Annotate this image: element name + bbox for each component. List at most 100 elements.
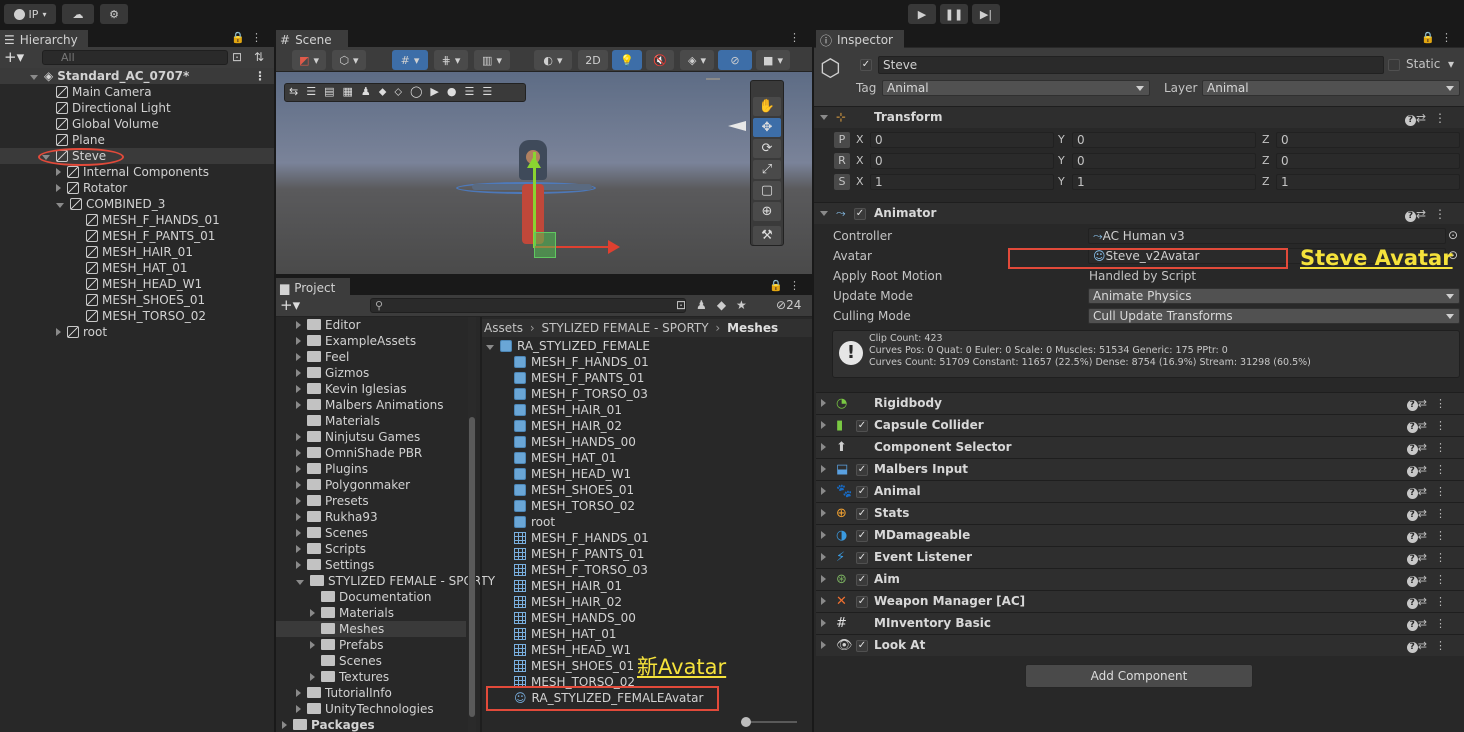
asset-item[interactable]: MESH_HANDS_00	[482, 434, 812, 450]
component-actions[interactable]: ? ⇄⋮	[1406, 529, 1454, 543]
project-folder[interactable]: Packages	[276, 717, 466, 732]
component-actions[interactable]: ? ⇄⋮	[1406, 595, 1454, 609]
help-icon[interactable]: ?	[1406, 642, 1418, 653]
component-enabled-checkbox[interactable]: ✓	[856, 508, 868, 520]
chevron-right-icon[interactable]	[296, 369, 301, 377]
transform-y-field[interactable]: 0	[1072, 132, 1256, 148]
project-folder[interactable]: Scripts	[276, 541, 466, 557]
component-enabled-checkbox[interactable]: ✓	[856, 552, 868, 564]
hierarchy-item[interactable]: Global Volume	[0, 116, 274, 132]
animator-collapse-icon[interactable]	[820, 211, 828, 216]
play-button[interactable]: ▶	[908, 4, 936, 24]
rect-tool-button[interactable]: ▢	[753, 181, 781, 200]
chevron-right-icon[interactable]	[296, 433, 301, 441]
help-icon[interactable]: ?	[1406, 488, 1418, 499]
project-folder[interactable]: Gizmos	[276, 365, 466, 381]
mode-2d-button[interactable]: 2D	[578, 50, 608, 70]
asset-item[interactable]: root	[482, 514, 812, 530]
step-button[interactable]: ▶|	[972, 4, 1000, 24]
hierarchy-item[interactable]: MESH_F_PANTS_01	[0, 228, 274, 244]
component-expand-icon[interactable]	[821, 575, 826, 583]
animator-actions[interactable]: ? ⇄⋮	[1404, 207, 1454, 222]
component-enabled-checkbox[interactable]: ✓	[856, 464, 868, 476]
hierarchy-item[interactable]: MESH_SHOES_01	[0, 292, 274, 308]
project-folder[interactable]: Plugins	[276, 461, 466, 477]
component-enabled-checkbox[interactable]: ✓	[856, 574, 868, 586]
transform-key-button[interactable]: R	[834, 153, 850, 169]
chevron-right-icon[interactable]	[310, 641, 315, 649]
hierarchy-item[interactable]: MESH_HAIR_01	[0, 244, 274, 260]
breadcrumb-meshes[interactable]: Meshes	[727, 321, 778, 335]
chevron-right-icon[interactable]	[296, 465, 301, 473]
transform-x-field[interactable]: 0	[870, 153, 1054, 169]
draw-mode-button[interactable]: ◩ ▾	[292, 50, 326, 70]
transform-collapse-icon[interactable]	[820, 115, 828, 120]
project-folder[interactable]: Polygonmaker	[276, 477, 466, 493]
chevron-right-icon[interactable]	[282, 721, 287, 729]
overlay-tool-icons[interactable]: ⇆☰▤▦♟⬥⬦◯▶●☰☰	[289, 85, 500, 99]
active-checkbox[interactable]: ✓	[860, 59, 872, 71]
component-header[interactable]: ⬓ ✓ Malbers Input ? ⇄⋮	[816, 458, 1464, 480]
chevron-right-icon[interactable]	[296, 513, 301, 521]
transform-x-field[interactable]: 0	[870, 132, 1054, 148]
component-header[interactable]: ▮ ✓ Capsule Collider ? ⇄⋮	[816, 414, 1464, 436]
asset-item[interactable]: MESH_HAIR_02	[482, 418, 812, 434]
component-expand-icon[interactable]	[821, 509, 826, 517]
tab-scene[interactable]: # Scene	[276, 30, 348, 48]
breadcrumb-stylized-female[interactable]: STYLIZED FEMALE - SPORTY	[542, 321, 709, 335]
project-folder[interactable]: Scenes	[276, 653, 466, 669]
chevron-right-icon[interactable]	[310, 673, 315, 681]
transform-z-field[interactable]: 0	[1276, 153, 1460, 169]
hierarchy-item[interactable]: COMBINED_3	[0, 196, 274, 212]
snap-increment-button[interactable]: ⋕ ▾	[434, 50, 468, 70]
controller-field[interactable]: ⤳AC Human v3	[1088, 228, 1446, 244]
update-mode-dropdown[interactable]: Animate Physics	[1088, 288, 1460, 304]
project-folder[interactable]: Materials	[276, 605, 466, 621]
hand-tool-button[interactable]: ✋	[753, 97, 781, 116]
static-checkbox[interactable]	[1388, 59, 1400, 71]
chevron-right-icon[interactable]	[310, 609, 315, 617]
controller-picker-icon[interactable]: ⊙	[1448, 228, 1458, 242]
help-icon[interactable]: ?	[1406, 576, 1418, 587]
asset-item[interactable]: MESH_F_TORSO_03	[482, 386, 812, 402]
asset-item[interactable]: MESH_HEAD_W1	[482, 466, 812, 482]
asset-item[interactable]: MESH_HAIR_01	[482, 402, 812, 418]
sort-icon[interactable]: ⇅	[254, 50, 264, 64]
add-icon[interactable]: +▾	[4, 48, 24, 66]
project-folder[interactable]: Kevin Iglesias	[276, 381, 466, 397]
shading-mode-button[interactable]: ◐ ▾	[534, 50, 572, 70]
component-expand-icon[interactable]	[821, 597, 826, 605]
panel-menu-icon[interactable]: 🔒⋮	[231, 31, 268, 44]
folder-scrollbar[interactable]	[468, 317, 476, 732]
project-folder[interactable]: Textures	[276, 669, 466, 685]
move-tool-button[interactable]: ✥	[753, 118, 781, 137]
chevron-right-icon[interactable]	[296, 337, 301, 345]
project-menu-icon[interactable]: 🔒⋮	[769, 279, 806, 292]
collab-button[interactable]: ⚙	[100, 4, 128, 24]
project-folder[interactable]: Settings	[276, 557, 466, 573]
component-actions[interactable]: ? ⇄⋮	[1406, 441, 1454, 455]
project-folder[interactable]: UnityTechnologies	[276, 701, 466, 717]
project-folder[interactable]: Ninjutsu Games	[276, 429, 466, 445]
asset-item[interactable]: MESH_F_PANTS_01	[482, 546, 812, 562]
transform-y-field[interactable]: 0	[1072, 153, 1256, 169]
tab-inspector[interactable]: ⓘ Inspector	[816, 30, 904, 48]
component-header[interactable]: 👁 ✓ Look At ? ⇄⋮	[816, 634, 1464, 656]
hierarchy-item[interactable]: MESH_HAT_01	[0, 260, 274, 276]
transform-z-field[interactable]: 1	[1276, 174, 1460, 190]
help-icon[interactable]: ?	[1406, 532, 1418, 543]
transform-tool-button[interactable]: ⊕	[753, 202, 781, 221]
hierarchy-item[interactable]: Plane	[0, 132, 274, 148]
asset-item[interactable]: MESH_F_TORSO_03	[482, 562, 812, 578]
component-header[interactable]: ⚡ ✓ Event Listener ? ⇄⋮	[816, 546, 1464, 568]
component-expand-icon[interactable]	[821, 553, 826, 561]
animator-enabled-checkbox[interactable]: ✓	[854, 208, 866, 220]
component-expand-icon[interactable]	[821, 619, 826, 627]
component-header[interactable]: ◔ Rigidbody ? ⇄⋮	[816, 392, 1464, 414]
tab-hierarchy[interactable]: ☰ Hierarchy	[0, 30, 88, 48]
hierarchy-item[interactable]: Rotator	[0, 180, 274, 196]
component-actions[interactable]: ? ⇄⋮	[1406, 639, 1454, 653]
transform-y-field[interactable]: 1	[1072, 174, 1256, 190]
plane-handle[interactable]	[534, 232, 556, 258]
inspector-menu-icon[interactable]: 🔒⋮	[1421, 31, 1458, 44]
